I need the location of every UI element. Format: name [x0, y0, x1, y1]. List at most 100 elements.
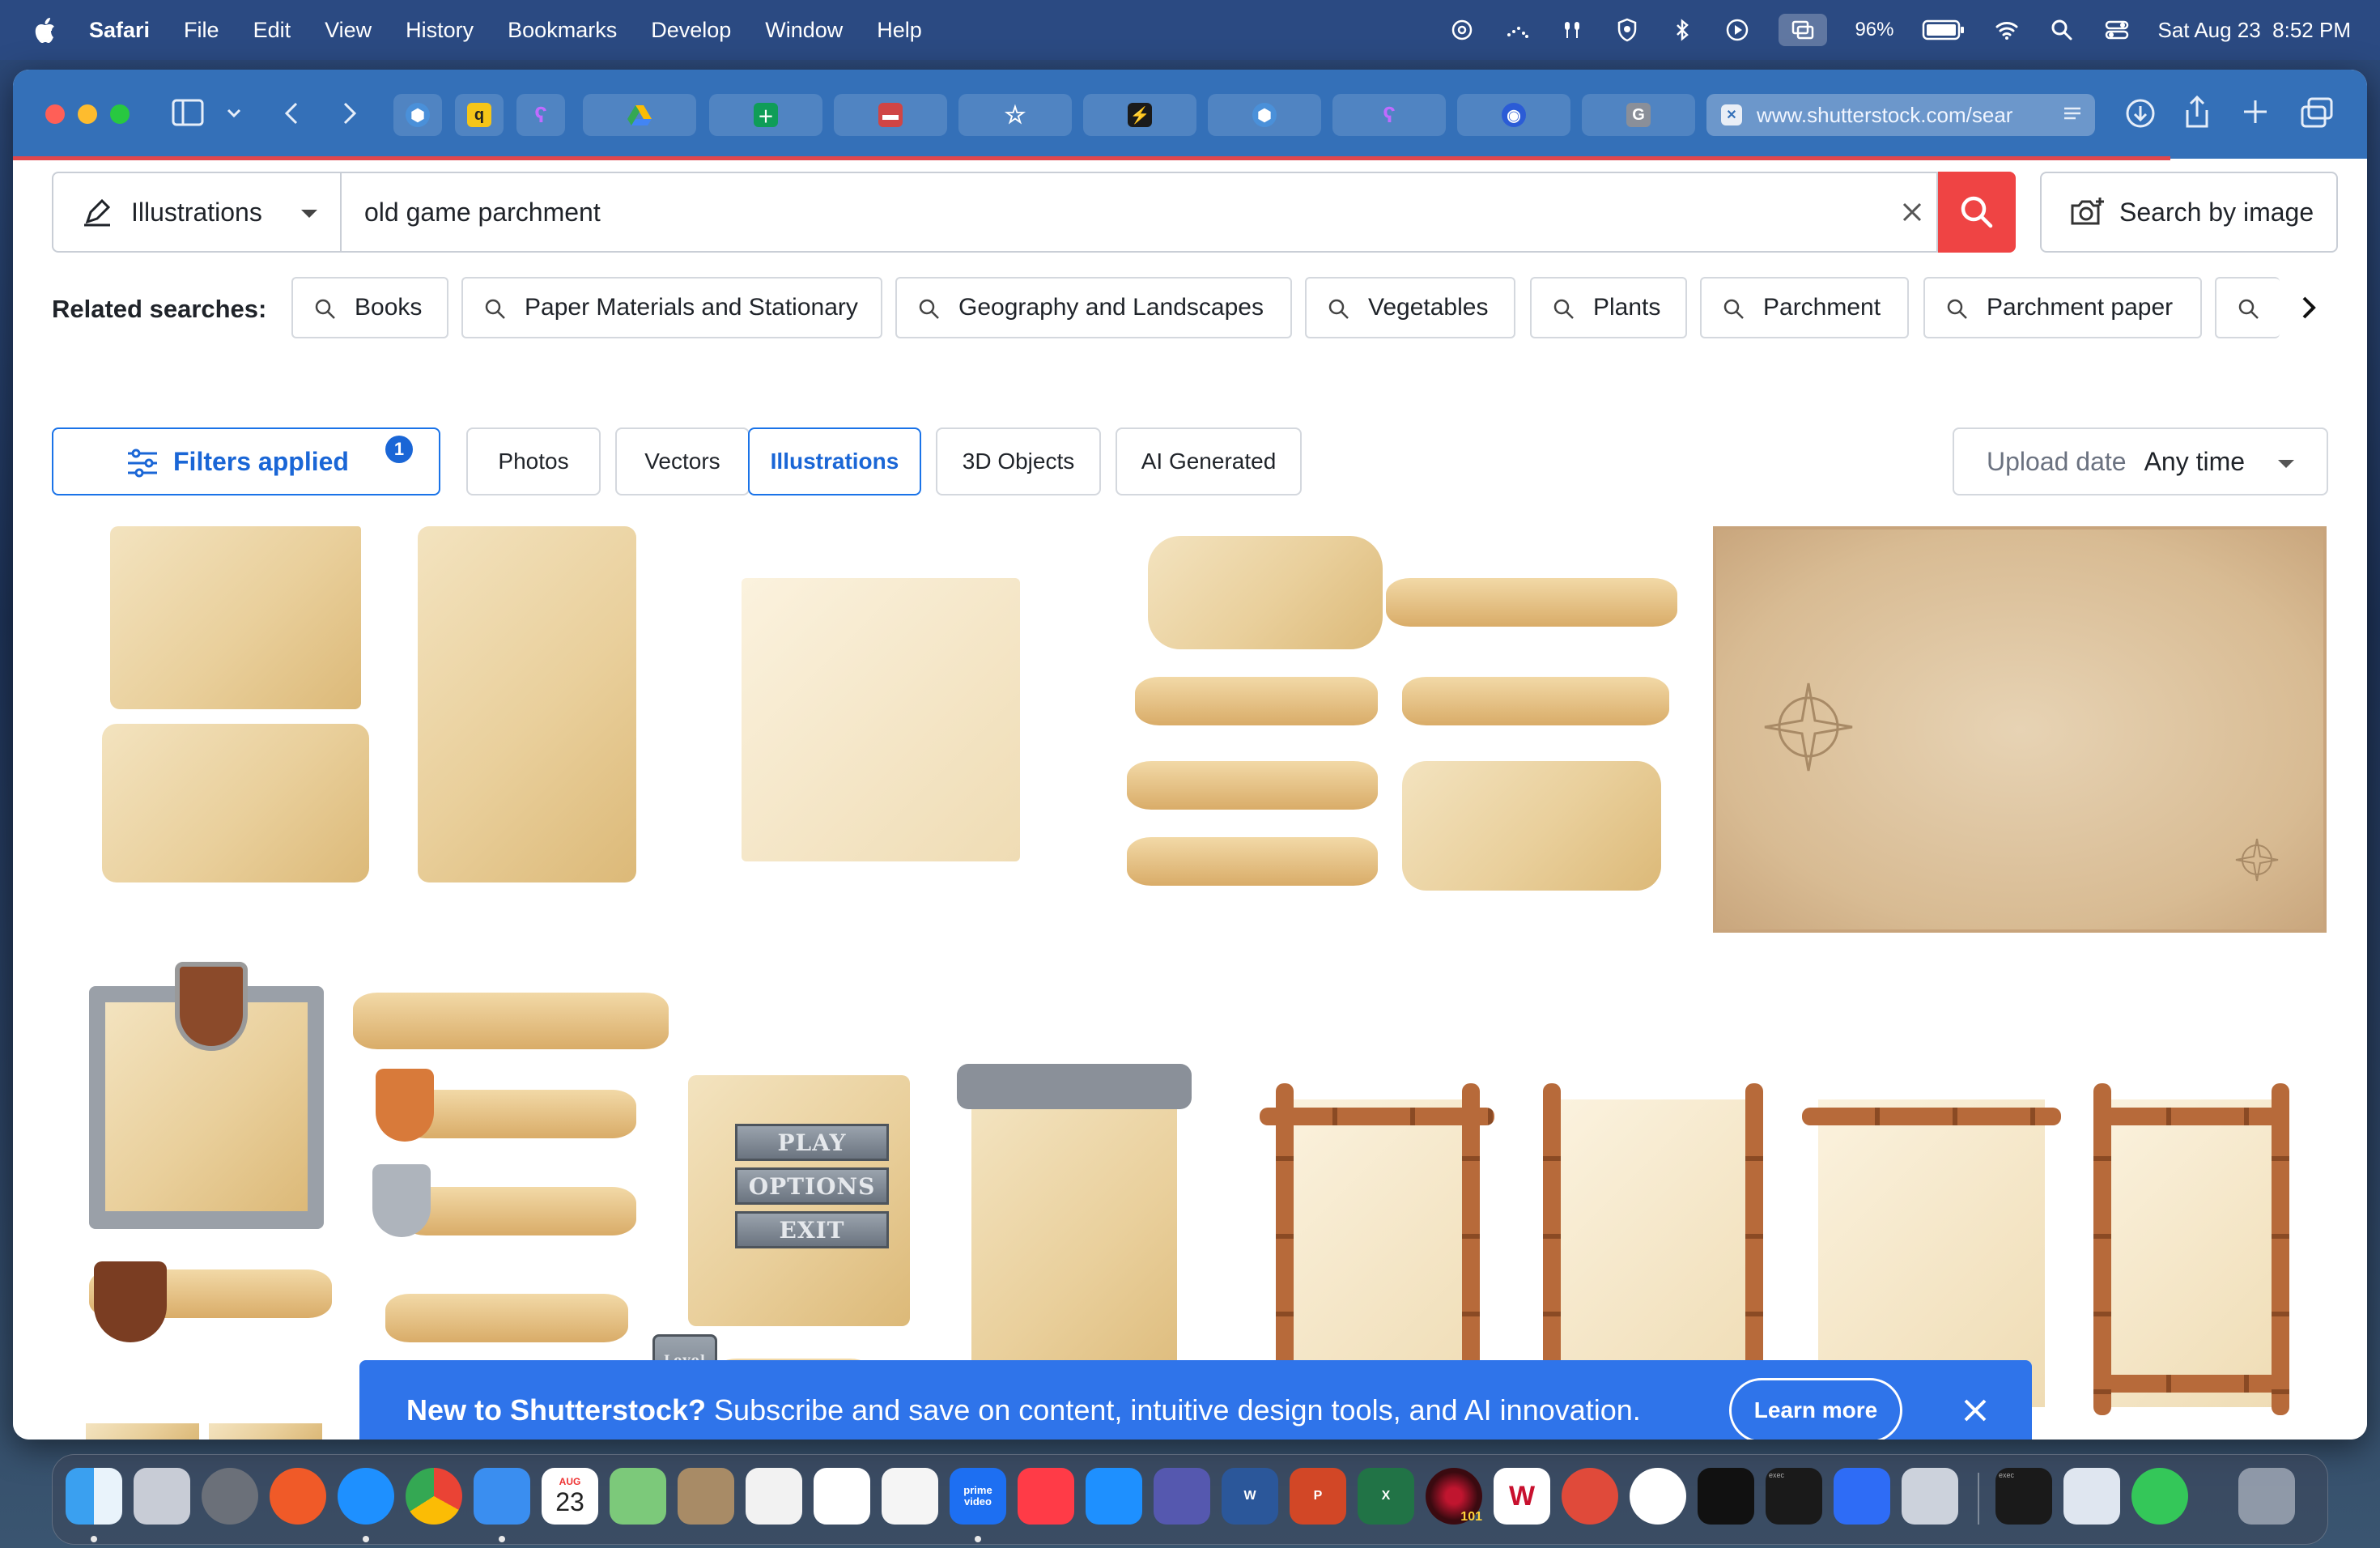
back-icon[interactable]	[280, 99, 304, 128]
forward-icon[interactable]	[337, 99, 361, 128]
reader-icon[interactable]	[2061, 104, 2084, 126]
vpn-app-icon[interactable]	[270, 1468, 326, 1525]
close-icon[interactable]	[1961, 1396, 1990, 1425]
tab-sparkle[interactable]: ʕ	[1332, 94, 1446, 136]
search-by-image-button[interactable]: Search by image	[2040, 172, 2338, 253]
tab-runner[interactable]: ⚡	[1083, 94, 1196, 136]
reminders-icon[interactable]	[814, 1468, 870, 1525]
result-image-blank-paper[interactable]	[725, 526, 1049, 907]
result-image-shield-banners[interactable]	[78, 962, 677, 1342]
roblox-icon[interactable]	[1834, 1468, 1890, 1525]
result-image-scroll-banners[interactable]	[1119, 526, 1702, 907]
news-icon[interactable]	[1018, 1468, 1074, 1525]
openai-status-icon[interactable]	[1448, 16, 1476, 44]
menu-edit[interactable]: Edit	[253, 18, 291, 43]
maps-icon[interactable]	[610, 1468, 666, 1525]
related-chip-more[interactable]	[2215, 277, 2280, 338]
preview-window-icon[interactable]	[2063, 1468, 2120, 1525]
tab-bookmarks[interactable]: ☆	[958, 94, 1072, 136]
tab-g[interactable]: G	[1582, 94, 1695, 136]
teams-icon[interactable]	[1154, 1468, 1210, 1525]
activity-status-icon[interactable]	[1503, 16, 1531, 44]
chevron-down-icon[interactable]	[225, 104, 243, 121]
search-input[interactable]: old game parchment	[340, 172, 1938, 253]
app-store-icon[interactable]	[1086, 1468, 1142, 1525]
related-chip-paper-materials[interactable]: Paper Materials and Stationary	[461, 277, 882, 338]
excel-icon[interactable]: X	[1358, 1468, 1414, 1525]
minimize-window-button[interactable]	[78, 104, 97, 124]
perplexity-icon[interactable]	[1698, 1468, 1754, 1525]
terminal-icon[interactable]: exec	[1766, 1468, 1822, 1525]
related-chip-vegetables[interactable]: Vegetables	[1305, 277, 1515, 338]
type-ai-generated-button[interactable]: AI Generated	[1116, 427, 1302, 495]
clear-search-icon[interactable]	[1899, 199, 1925, 225]
word-icon[interactable]: W	[1222, 1468, 1278, 1525]
tab-cube[interactable]: ⬢	[1208, 94, 1321, 136]
spiral-101-icon[interactable]: 101	[1426, 1468, 1482, 1525]
menu-history[interactable]: History	[406, 18, 474, 43]
tab-globe[interactable]: ◉	[1457, 94, 1570, 136]
spotlight-search-icon[interactable]	[2048, 16, 2076, 44]
related-chip-books[interactable]: Books	[291, 277, 448, 338]
play-status-icon[interactable]	[1723, 16, 1751, 44]
type-illustrations-button[interactable]: Illustrations	[748, 427, 921, 495]
tab-briefcase[interactable]: ▬	[834, 94, 947, 136]
new-tab-icon[interactable]	[2241, 97, 2270, 126]
related-chip-parchment[interactable]: Parchment	[1700, 277, 1909, 338]
messages-icon[interactable]	[2131, 1468, 2188, 1525]
type-3d-objects-button[interactable]: 3D Objects	[936, 427, 1101, 495]
launchpad-icon[interactable]	[134, 1468, 190, 1525]
pinned-tab-2[interactable]: q	[455, 94, 504, 136]
chatgpt-icon[interactable]	[1630, 1468, 1686, 1525]
chrome-icon[interactable]	[406, 1468, 462, 1525]
wifi-icon[interactable]	[1993, 16, 2021, 44]
related-chip-parchment-paper[interactable]: Parchment paper	[1923, 277, 2202, 338]
battery-icon[interactable]	[1922, 16, 1966, 44]
pinned-tab-3[interactable]: ʕ	[516, 94, 565, 136]
menubar-clock[interactable]: Sat Aug 23 8:52 PM	[2158, 18, 2352, 43]
address-bar-url[interactable]: www.shutterstock.com/sear	[1757, 103, 2048, 128]
system-settings-icon[interactable]	[202, 1468, 258, 1525]
airpods-status-icon[interactable]	[1558, 16, 1586, 44]
menu-file[interactable]: File	[184, 18, 219, 43]
close-window-button[interactable]	[45, 104, 65, 124]
menu-window[interactable]: Window	[765, 18, 843, 43]
filters-applied-button[interactable]: Filters applied 1	[52, 427, 440, 495]
result-image-old-map[interactable]	[1713, 526, 2327, 933]
share-icon[interactable]	[2182, 94, 2212, 130]
chevron-right-icon[interactable]	[2294, 293, 2323, 322]
menu-bookmarks[interactable]: Bookmarks	[508, 18, 617, 43]
zoom-window-button[interactable]	[110, 104, 130, 124]
type-vectors-button[interactable]: Vectors	[615, 427, 750, 495]
prime-video-icon[interactable]: prime video	[950, 1468, 1006, 1525]
tab-shutterstock[interactable]: ✕ www.shutterstock.com/sear	[1706, 94, 2095, 136]
result-image-game-menu[interactable]: PLAY OPTIONS EXIT	[677, 962, 920, 1342]
finder-icon[interactable]	[66, 1468, 122, 1525]
red-app-icon[interactable]	[1562, 1468, 1618, 1525]
writer-icon[interactable]: W	[1494, 1468, 1550, 1525]
trash-icon[interactable]	[2238, 1468, 2295, 1525]
related-chip-geography[interactable]: Geography and Landscapes	[895, 277, 1292, 338]
sidebar-toggle-icon[interactable]	[172, 99, 204, 126]
menu-develop[interactable]: Develop	[651, 18, 731, 43]
tab-google-drive[interactable]	[583, 94, 696, 136]
powerpoint-icon[interactable]: P	[1290, 1468, 1346, 1525]
apple-menu-icon[interactable]	[32, 16, 57, 44]
contacts-icon[interactable]	[678, 1468, 734, 1525]
control-center-icon[interactable]	[2103, 16, 2131, 44]
search-button[interactable]	[1938, 172, 2016, 253]
menu-app-name[interactable]: Safari	[89, 18, 150, 43]
vpn-shield-icon[interactable]	[1613, 16, 1641, 44]
downloads-icon[interactable]	[2124, 97, 2157, 130]
result-image-parchment-set[interactable]	[62, 526, 661, 907]
upload-date-select[interactable]: Upload date Any time	[1953, 427, 2328, 495]
iphone-mirroring-icon[interactable]	[1902, 1468, 1958, 1525]
menu-help[interactable]: Help	[877, 18, 922, 43]
calendar-icon[interactable]: AUG 23	[542, 1468, 598, 1525]
screen-mirroring-icon[interactable]	[1779, 14, 1828, 46]
textedit-icon[interactable]	[746, 1468, 802, 1525]
asset-type-select[interactable]: Illustrations	[52, 172, 340, 253]
pinned-tab-1[interactable]: ⬢	[393, 94, 442, 136]
freeform-icon[interactable]	[882, 1468, 938, 1525]
type-photos-button[interactable]: Photos	[466, 427, 601, 495]
